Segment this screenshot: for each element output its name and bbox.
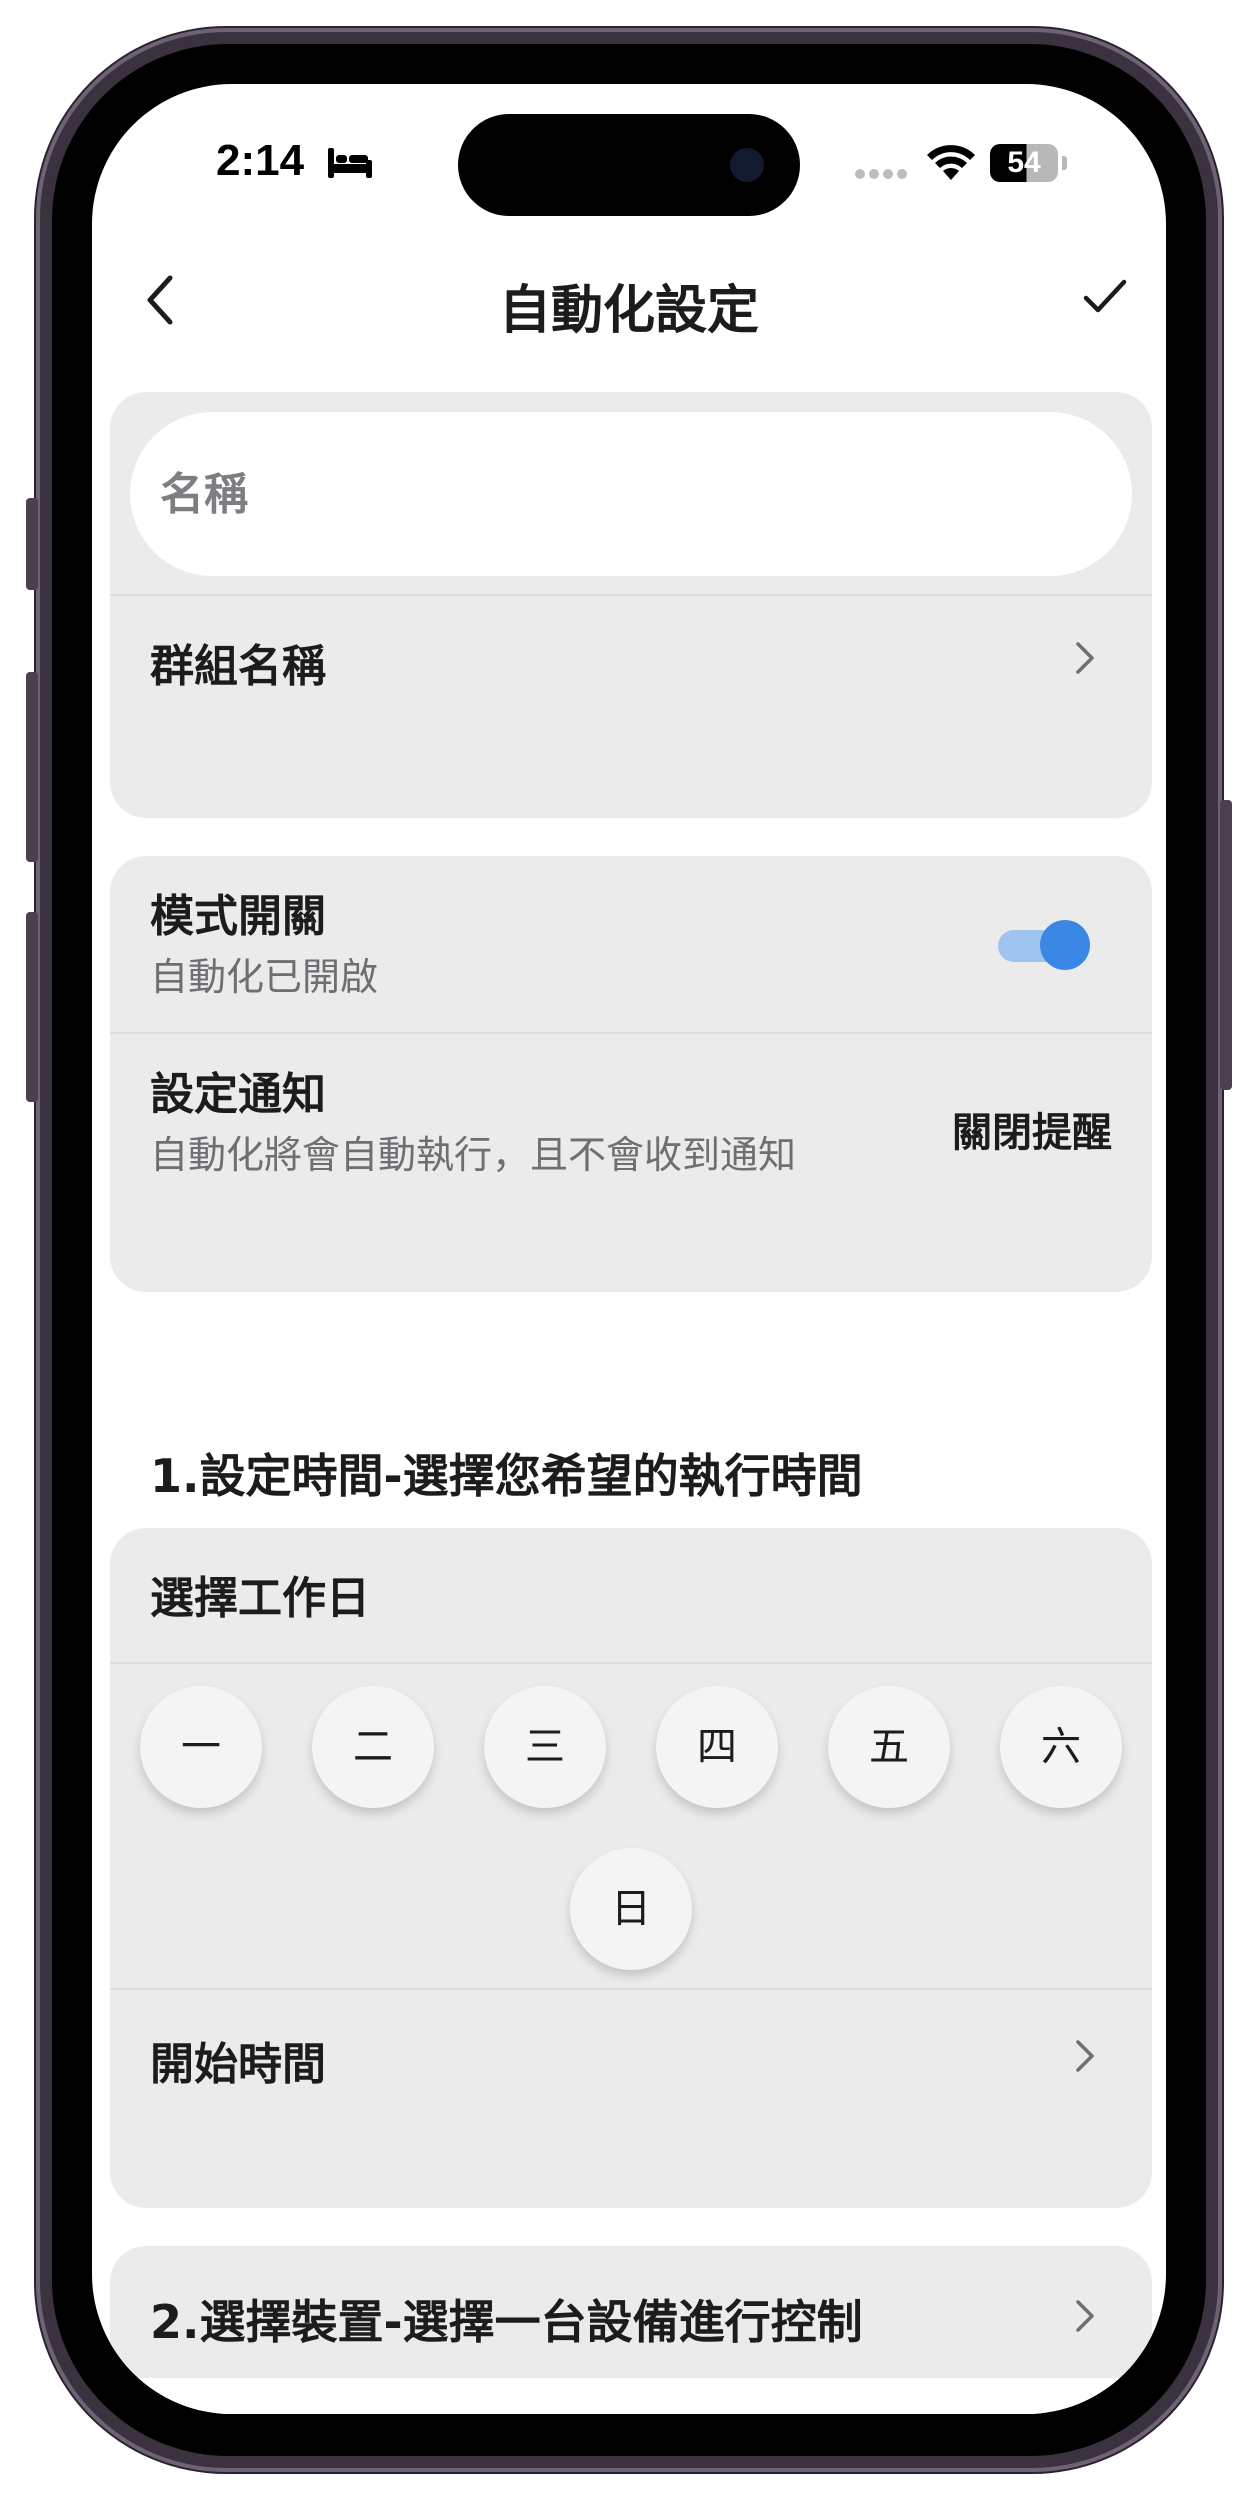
group-name-row[interactable]: 群組名稱 [110,596,1152,716]
mode-toggle[interactable] [998,920,1090,970]
day-thursday-button[interactable]: 四 [656,1686,778,1808]
device-section-title: 2.選擇裝置-選擇一台設備進行控制 [150,2295,863,2349]
bottom-strip [92,2378,1166,2414]
mode-status-text: 自動化已開啟 [150,955,379,999]
screen: 2:14 54 自動化設定 群組名稱 [92,84,1166,2414]
action-button [26,498,38,590]
front-camera [730,148,764,182]
volume-down-button [26,912,38,1102]
battery-tip [1062,156,1067,170]
mode-switch-label: 模式開關 [150,891,326,942]
time-section-title: 1.設定時間-選擇您希望的執行時間 [150,1449,863,1503]
name-card: 群組名稱 [110,392,1152,818]
time-card-content: 選擇工作日 一 二 三 四 五 六 日 開始時間 [110,1528,1152,2208]
checkmark-icon[interactable] [1082,276,1128,316]
status-time: 2:14 [216,136,305,185]
day-wednesday-button[interactable]: 三 [484,1686,606,1808]
sleep-focus-icon [328,148,372,178]
dynamic-island [458,114,800,216]
power-button [1220,800,1232,1090]
name-input[interactable] [130,412,1132,576]
cellular-signal-icon [855,169,907,179]
group-name-label: 群組名稱 [150,641,326,692]
page-title: 自動化設定 [498,281,759,341]
notification-label: 設定通知 [150,1069,326,1120]
day-monday-button[interactable]: 一 [140,1686,262,1808]
workday-label: 選擇工作日 [150,1573,370,1624]
chevron-right-icon [1076,642,1094,674]
volume-up-button [26,672,38,862]
toggle-knob [1040,920,1090,970]
day-friday-button[interactable]: 五 [828,1686,950,1808]
start-time-row[interactable]: 開始時間 [110,1990,1152,2120]
notification-value[interactable]: 關閉提醒 [952,1100,1112,1158]
wifi-icon [927,145,975,180]
mode-card: 模式開關 自動化已開啟 設定通知 自動化將會自動執行，且不會收到通知 關閉提醒 [110,856,1152,1292]
chevron-right-icon [1076,2040,1094,2072]
battery-indicator: 54 [990,144,1058,182]
chevron-right-icon [1076,2300,1094,2332]
day-saturday-button[interactable]: 六 [1000,1686,1122,1808]
day-sunday-button[interactable]: 日 [570,1848,692,1970]
divider [110,1662,1152,1664]
notification-desc: 自動化將會自動執行，且不會收到通知 [150,1133,797,1177]
start-time-label: 開始時間 [150,2039,326,2090]
day-tuesday-button[interactable]: 二 [312,1686,434,1808]
